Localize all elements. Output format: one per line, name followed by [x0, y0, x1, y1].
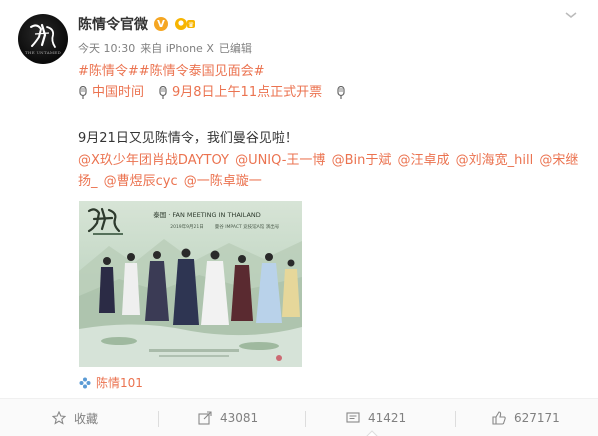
divider — [158, 411, 159, 427]
like-count: 627171 — [514, 411, 560, 425]
post-body: 9月21日又见陈情令，我们曼谷见啦！ — [78, 131, 298, 146]
mentions: @X玖少年团肖战DAYTOY @UNIQ-王一博 @Bin于斌 @汪卓成 @刘海… — [78, 150, 580, 192]
mention-link[interactable]: @汪卓成 — [397, 153, 449, 168]
avatar[interactable]: THE UNTAMED — [18, 14, 68, 64]
repost-count: 43081 — [220, 411, 259, 425]
pinwheel-icon — [79, 377, 91, 388]
calligraphy-logo — [30, 23, 56, 48]
location-link[interactable]: 陈情101 — [79, 374, 143, 391]
china-time-label: 中国时间 — [92, 85, 145, 100]
poster-illustration: 泰国 · FAN MEETING IN THAILAND 2019年9月21日 … — [79, 207, 302, 367]
location-label: 陈情101 — [96, 376, 143, 390]
verified-icon[interactable]: V — [154, 17, 168, 31]
comment-count: 41421 — [368, 411, 407, 425]
microphone-icon — [79, 85, 87, 99]
divider — [305, 411, 306, 427]
weibo-post-card: THE UNTAMED 陈情令官微 V ♛ 今天 10:30 来自 iPhone… — [0, 0, 598, 436]
divider — [455, 411, 456, 427]
mention-link[interactable]: @UNIQ-王一博 — [235, 153, 325, 168]
post-time[interactable]: 今天 10:30 — [78, 40, 135, 56]
mention-link[interactable]: @刘海宽_hill — [456, 153, 534, 168]
poster-date: 2019年9月21日 — [170, 223, 204, 230]
favorite-button[interactable]: 收藏 — [52, 399, 98, 436]
ticket-open-time: 9月8日上午11点正式开票 — [172, 85, 323, 100]
ticket-time-line: 中国时间 9月8日上午11点正式开票 — [78, 82, 580, 103]
repost-button[interactable]: 43081 — [198, 399, 258, 436]
avatar-subtitle: THE UNTAMED — [24, 50, 62, 55]
svg-text:♛: ♛ — [188, 21, 194, 29]
microphone-icon — [337, 85, 345, 99]
mention-link[interactable]: @X玖少年团肖战DAYTOY — [78, 153, 229, 168]
poster-heading: 泰国 · FAN MEETING IN THAILAND — [153, 210, 261, 219]
mention-link[interactable]: @Bin于斌 — [332, 153, 392, 168]
hashtags[interactable]: #陈情令##陈情令泰国见面会# — [78, 61, 580, 82]
comment-caret-icon — [366, 430, 378, 436]
vip-badge-icon[interactable]: ♛ — [174, 17, 196, 31]
comment-icon — [346, 412, 360, 423]
like-button[interactable]: 627171 — [492, 399, 560, 436]
share-icon — [198, 411, 212, 425]
star-icon — [52, 411, 66, 425]
mention-link[interactable]: @曹煜辰cyc — [104, 174, 178, 189]
fan-meeting-poster[interactable]: 泰国 · FAN MEETING IN THAILAND 2019年9月21日 … — [79, 201, 302, 367]
action-bar: 收藏 43081 41421 627171 — [0, 398, 598, 436]
post-meta: 今天 10:30 来自 iPhone X 已编辑 — [78, 40, 252, 56]
poster-venue: 曼谷 IMPACT 竞技馆A馆 演出号 — [215, 223, 280, 230]
microphone-icon — [159, 85, 167, 99]
edited-label[interactable]: 已编辑 — [219, 40, 252, 56]
mention-link[interactable]: @一陈卓璇一 — [184, 174, 262, 189]
thumbs-up-icon — [492, 411, 506, 425]
chevron-down-icon[interactable] — [564, 10, 578, 20]
favorite-label: 收藏 — [74, 411, 99, 426]
post-source: 来自 iPhone X — [140, 42, 214, 55]
username[interactable]: 陈情令官微 — [78, 14, 148, 34]
